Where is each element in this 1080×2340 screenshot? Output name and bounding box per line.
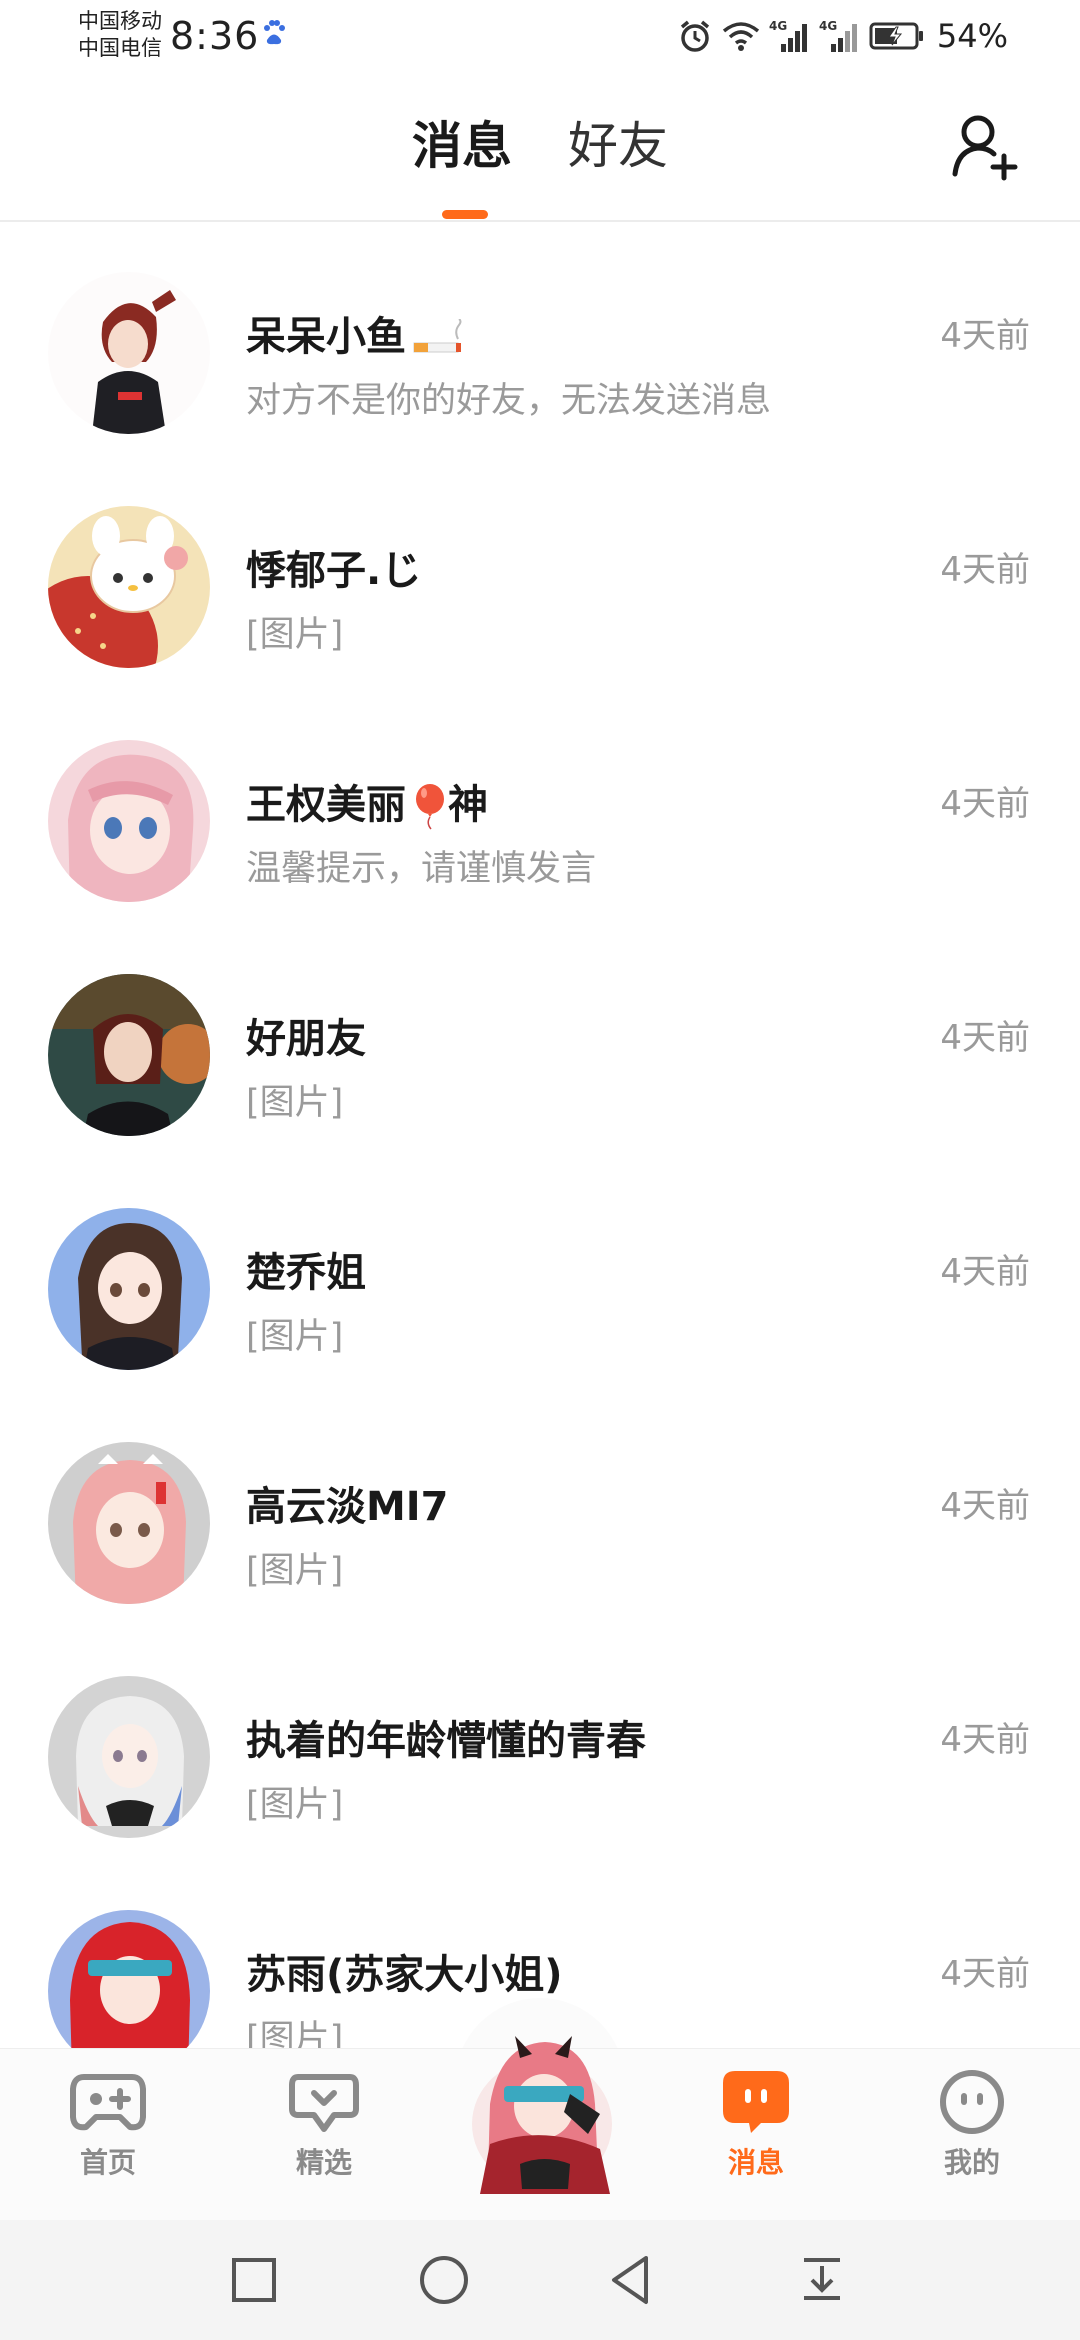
home-circle-icon[interactable] (412, 2248, 476, 2312)
nav-home-label: 首页 (79, 2146, 136, 2179)
avatar[interactable] (48, 1442, 210, 1604)
nav-profile[interactable]: 我的 (902, 2069, 1042, 2209)
message-preview: [图片] (246, 1785, 344, 1825)
back-triangle-icon[interactable] (600, 2248, 664, 2312)
contact-name: 呆呆小鱼 (246, 304, 464, 362)
add-friend-icon[interactable] (950, 112, 1020, 184)
message-time: 4天前 (940, 1252, 1030, 1292)
avatar[interactable] (48, 272, 210, 434)
conversation-row[interactable]: 王权美丽 神 温馨提示，请谨慎发言 4天前 (0, 690, 1080, 924)
battery-percentage: 54% (936, 17, 1008, 55)
svg-text:4G: 4G (769, 19, 787, 33)
avatar[interactable] (48, 1910, 210, 2050)
gamepad-icon (70, 2074, 146, 2131)
contact-name: 高云淡MI7 (246, 1484, 449, 1530)
contact-name: 好朋友 (246, 1016, 366, 1062)
contact-name: 楚乔姐 (246, 1250, 366, 1296)
message-preview: [图片] (246, 1083, 344, 1123)
message-preview: [图片] (246, 2019, 344, 2050)
status-bar: 中国移动 中国电信 8:36 4G 4G 54% (0, 0, 1080, 72)
message-time: 4天前 (940, 784, 1030, 824)
balloon-emoji-icon (416, 784, 444, 830)
message-time: 4天前 (940, 316, 1030, 356)
conversation-row[interactable]: 高云淡MI7 [图片] 4天前 (0, 1392, 1080, 1626)
avatar[interactable] (48, 974, 210, 1136)
smiley-icon (940, 2070, 1004, 2134)
message-time: 4天前 (940, 1720, 1030, 1760)
clock: 8:36 (170, 14, 260, 58)
message-preview: 温馨提示，请谨慎发言 (246, 849, 597, 889)
avatar[interactable] (48, 740, 210, 902)
signal-4g-icon-1: 4G (769, 19, 807, 52)
conversation-row[interactable]: 执着的年龄懵懂的青春 [图片] 4天前 (0, 1626, 1080, 1860)
conversation-row[interactable]: 好朋友 [图片] 4天前 (0, 924, 1080, 1158)
message-time: 4天前 (940, 1018, 1030, 1058)
alarm-icon (680, 20, 709, 52)
baidu-paw-icon (264, 20, 285, 45)
status-icons: 4G 4G 54% (677, 14, 1008, 58)
svg-text:4G: 4G (819, 19, 837, 33)
avatar[interactable] (48, 1676, 210, 1838)
message-preview: 对方不是你的好友，无法发送消息 (246, 381, 772, 421)
heart-chat-icon (289, 2074, 359, 2132)
carrier-1: 中国移动 (78, 9, 162, 33)
system-navigation-bar (0, 2220, 1080, 2340)
carrier-2: 中国电信 (78, 36, 162, 60)
nav-messages[interactable]: 消息 (686, 2069, 826, 2209)
tab-messages[interactable]: 消息 (412, 114, 512, 178)
message-time: 4天前 (940, 550, 1030, 590)
message-preview: [图片] (246, 1551, 344, 1591)
message-preview: [图片] (246, 615, 344, 655)
conversation-row[interactable]: 呆呆小鱼 对方不是你的好友，无法发送消息 4天前 (0, 222, 1080, 456)
signal-4g-icon-2: 4G (819, 19, 857, 52)
conversation-row[interactable]: 楚乔姐 [图片] 4天前 (0, 1158, 1080, 1392)
nav-featured-label: 精选 (295, 2146, 352, 2179)
nav-messages-label: 消息 (727, 2146, 784, 2179)
conversation-list: 呆呆小鱼 对方不是你的好友，无法发送消息 4天前 悸郁子.じ [图片] 4天前 … (0, 222, 1080, 2050)
contact-name: 悸郁子.じ (246, 548, 422, 594)
contact-name: 执着的年龄懵懂的青春 (246, 1718, 646, 1764)
center-character-button[interactable] (460, 2024, 625, 2199)
wifi-icon (722, 22, 759, 51)
contact-name: 王权美丽 神 (246, 772, 488, 831)
cigarette-emoji-icon (413, 319, 462, 353)
carrier-labels: 中国移动 中国电信 (78, 8, 162, 62)
contact-name: 苏雨(苏家大小姐) (246, 1952, 563, 1998)
notification-pulldown-icon[interactable] (790, 2248, 854, 2312)
message-time: 4天前 (940, 1954, 1030, 1994)
battery-charging-icon (869, 22, 923, 50)
avatar[interactable] (48, 1208, 210, 1370)
nav-featured[interactable]: 精选 (254, 2069, 394, 2209)
nav-home[interactable]: 首页 (38, 2069, 178, 2209)
message-bubble-icon (723, 2071, 789, 2133)
nav-profile-label: 我的 (943, 2146, 1000, 2179)
tab-friends[interactable]: 好友 (568, 114, 668, 178)
message-preview: [图片] (246, 1317, 344, 1357)
active-tab-indicator (442, 210, 488, 219)
avatar[interactable] (48, 506, 210, 668)
recent-apps-icon[interactable] (222, 2248, 286, 2312)
conversation-row[interactable]: 悸郁子.じ [图片] 4天前 (0, 456, 1080, 690)
top-header: 消息 好友 (0, 72, 1080, 222)
message-time: 4天前 (940, 1486, 1030, 1526)
